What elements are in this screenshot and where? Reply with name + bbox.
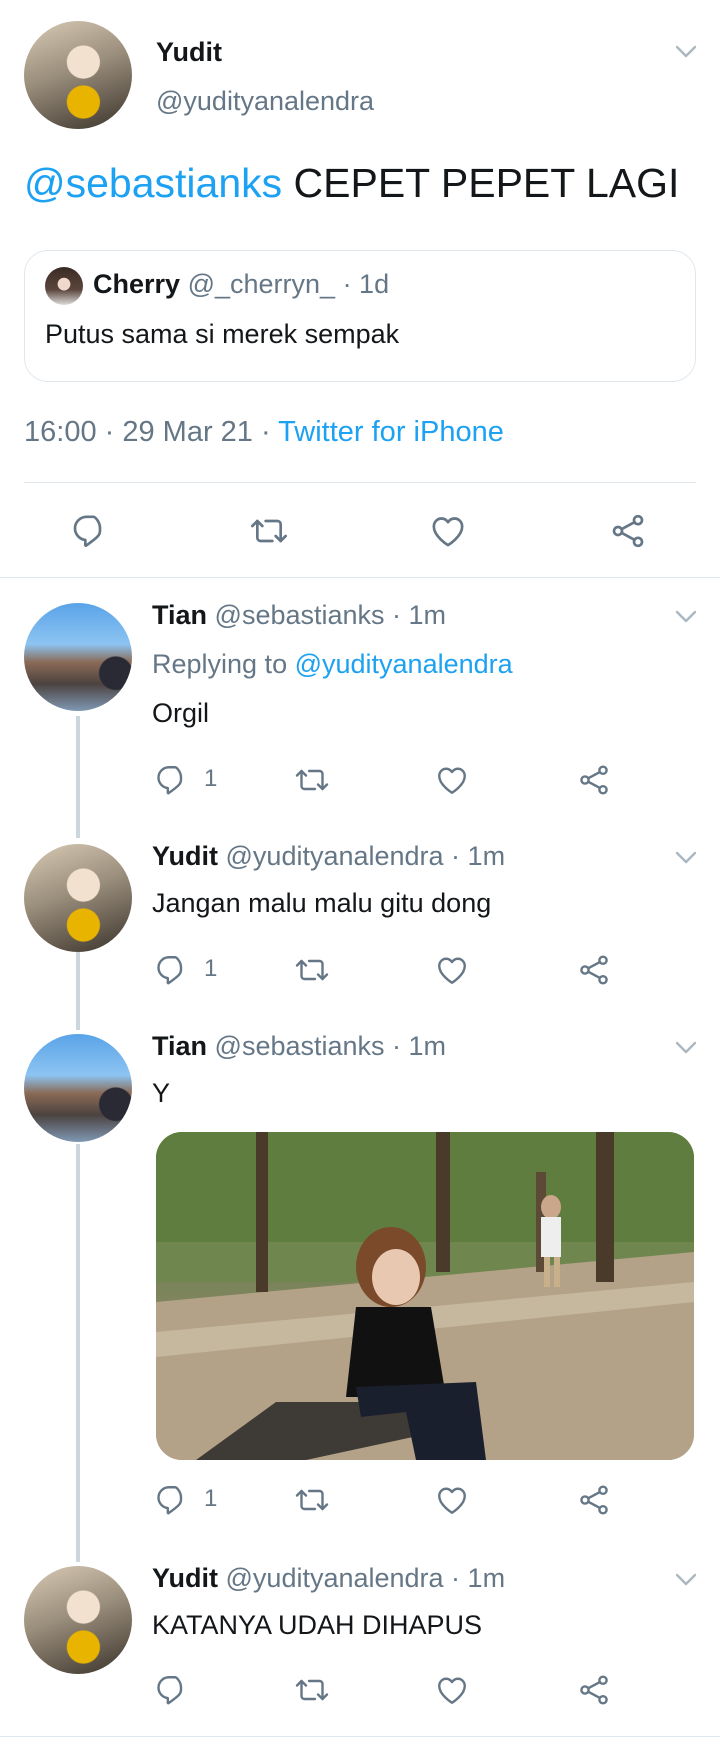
- retweet-icon[interactable]: [294, 1672, 330, 1708]
- avatar[interactable]: [24, 603, 132, 711]
- replying-to-link[interactable]: @yudityanalendra: [295, 649, 513, 679]
- reply-text: Orgil: [152, 698, 210, 728]
- reply-icon[interactable]: [154, 762, 190, 798]
- mention-link[interactable]: @sebastianks: [24, 160, 282, 206]
- share-icon[interactable]: [608, 511, 648, 551]
- heart-icon[interactable]: [434, 762, 470, 798]
- chevron-down-icon[interactable]: [675, 1041, 697, 1055]
- heart-icon[interactable]: [434, 1672, 470, 1708]
- photo-scene: [156, 1132, 694, 1460]
- heart-icon[interactable]: [434, 952, 470, 988]
- reply-header: Tian @sebastianks · 1m: [152, 600, 446, 631]
- chevron-down-icon[interactable]: [675, 45, 697, 59]
- tweet-body: @sebastianks CEPET PEPET LAGI: [24, 160, 679, 207]
- chevron-down-icon[interactable]: [675, 1573, 697, 1587]
- author-handle[interactable]: @yudityanalendra · 1m: [226, 1563, 506, 1593]
- retweet-icon[interactable]: [294, 762, 330, 798]
- replying-to-label: Replying to: [152, 649, 295, 679]
- reply-count: 1: [204, 765, 218, 792]
- author-name[interactable]: Yudit: [152, 1563, 218, 1593]
- retweet-icon[interactable]: [248, 511, 290, 551]
- avatar[interactable]: [24, 1034, 132, 1142]
- share-icon[interactable]: [576, 952, 612, 988]
- reply-count: 1: [204, 1485, 218, 1512]
- chevron-down-icon[interactable]: [675, 610, 697, 624]
- thread-line: [76, 716, 80, 838]
- share-icon[interactable]: [576, 1672, 612, 1708]
- author-handle[interactable]: @sebastianks · 1m: [215, 1031, 447, 1061]
- divider: [0, 577, 720, 578]
- author-handle[interactable]: @yudityanalendra · 1m: [226, 841, 506, 871]
- quoted-name: Cherry: [93, 269, 181, 299]
- chevron-down-icon[interactable]: [675, 851, 697, 865]
- tweet-timestamp: 16:00 · 29 Mar 21 ·: [24, 416, 279, 448]
- retweet-icon[interactable]: [294, 952, 330, 988]
- reply-text: KATANYA UDAH DIHAPUS: [152, 1610, 483, 1640]
- author-name[interactable]: Yudit: [156, 37, 222, 68]
- reply-text: Jangan malu malu gitu dong: [152, 888, 492, 918]
- share-icon[interactable]: [576, 762, 612, 798]
- attached-photo[interactable]: [156, 1132, 694, 1460]
- quoted-tweet[interactable]: Cherry @_cherryn_ · 1d Putus sama si mer…: [24, 250, 696, 382]
- avatar[interactable]: [24, 844, 132, 952]
- reply-header: Tian @sebastianks · 1m: [152, 1031, 446, 1062]
- reply-count: 1: [204, 955, 218, 982]
- reply-icon[interactable]: [154, 952, 190, 988]
- tweet-source-link[interactable]: Twitter for iPhone: [278, 416, 504, 448]
- author-handle[interactable]: @sebastianks · 1m: [215, 600, 447, 630]
- author-name[interactable]: Tian: [152, 600, 207, 630]
- tweet-meta: 16:00 · 29 Mar 21 · Twitter for iPhone: [24, 416, 504, 449]
- tweet-text: CEPET PEPET LAGI: [282, 160, 680, 206]
- reply-icon[interactable]: [154, 1672, 190, 1708]
- divider: [0, 1736, 720, 1737]
- quoted-time: · 1d: [342, 269, 390, 299]
- heart-icon[interactable]: [428, 511, 468, 551]
- quoted-handle: @_cherryn_: [187, 269, 336, 299]
- author-name[interactable]: Tian: [152, 1031, 207, 1061]
- heart-icon[interactable]: [434, 1482, 470, 1518]
- thread-line: [76, 952, 80, 1030]
- replying-to: Replying to @yudityanalendra: [152, 649, 513, 680]
- reply-icon[interactable]: [70, 511, 110, 551]
- quoted-avatar: [45, 267, 83, 305]
- quoted-header: Cherry @_cherryn_ · 1d: [93, 269, 389, 300]
- author-name[interactable]: Yudit: [152, 841, 218, 871]
- retweet-icon[interactable]: [294, 1482, 330, 1518]
- reply-icon[interactable]: [154, 1482, 190, 1518]
- author-handle[interactable]: @yudityanalendra: [156, 86, 374, 117]
- quoted-text: Putus sama si merek sempak: [45, 319, 400, 349]
- reply-header: Yudit @yudityanalendra · 1m: [152, 841, 505, 872]
- thread-line: [76, 1144, 80, 1562]
- share-icon[interactable]: [576, 1482, 612, 1518]
- divider: [24, 482, 696, 483]
- reply-header: Yudit @yudityanalendra · 1m: [152, 1563, 505, 1594]
- avatar[interactable]: [24, 1566, 132, 1674]
- avatar[interactable]: [24, 21, 132, 129]
- reply-text: Y: [152, 1078, 171, 1108]
